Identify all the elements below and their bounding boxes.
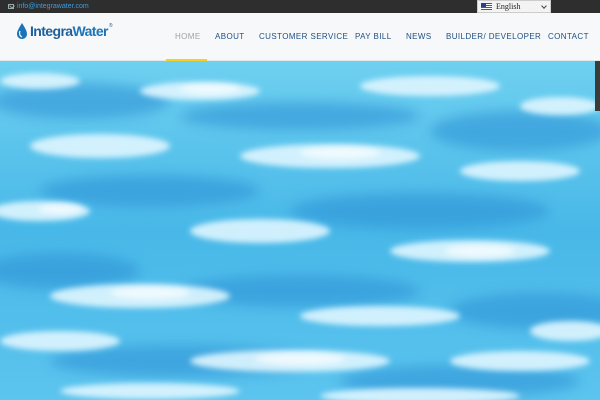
language-label: English: [496, 2, 521, 11]
language-selector[interactable]: English: [477, 0, 551, 13]
nav-about[interactable]: ABOUT: [215, 31, 245, 43]
nav-news[interactable]: NEWS: [406, 31, 432, 43]
nav-contact[interactable]: CONTACT: [548, 31, 589, 43]
main-nav: HOME ABOUT CUSTOMER SERVICE PAY BILL NEW…: [0, 13, 600, 61]
nav-customer-service[interactable]: CUSTOMER SERVICE: [259, 31, 348, 43]
email-link[interactable]: info@integrawater.com: [8, 1, 89, 12]
email-text: info@integrawater.com: [17, 3, 89, 10]
nav-builder-developer[interactable]: BUILDER/ DEVELOPER: [446, 31, 541, 43]
water-surface-graphic: [0, 73, 600, 400]
us-flag-icon: [481, 3, 492, 10]
nav-home[interactable]: HOME: [175, 31, 201, 43]
chevron-down-icon: [541, 3, 547, 9]
page-scrollbar[interactable]: [595, 61, 600, 111]
hero-water-image: [0, 61, 600, 400]
nav-pay-bill[interactable]: PAY BILL: [355, 31, 392, 43]
envelope-icon: [8, 4, 14, 9]
site-header: IntegraWater ® HOME ABOUT CUSTOMER SERVI…: [0, 13, 600, 61]
